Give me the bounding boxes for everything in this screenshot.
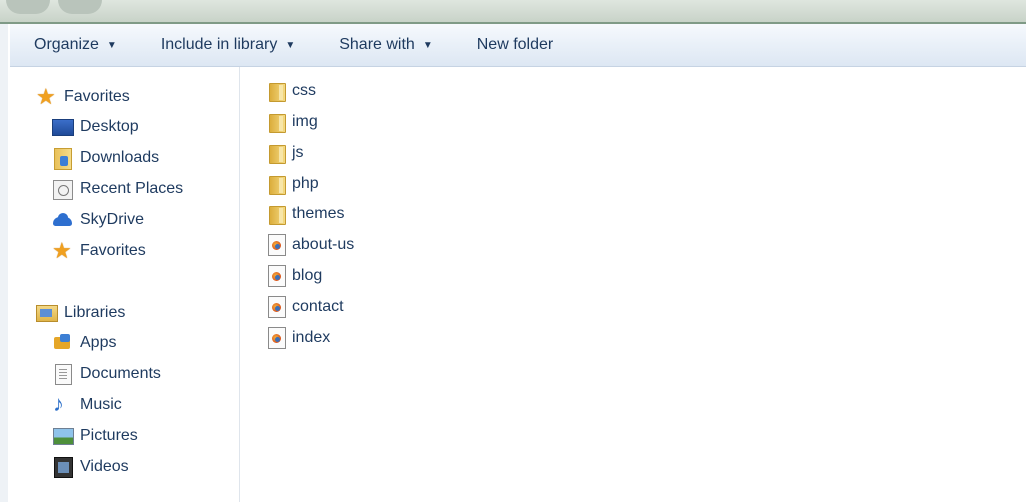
nav-item-pictures[interactable]: Pictures (52, 422, 138, 450)
navigation-pane: Favorites Desktop Downloads Recent Place… (10, 67, 240, 502)
file-item-contact[interactable]: contact (268, 293, 344, 321)
nav-label: Downloads (80, 149, 160, 166)
chevron-down-icon: ▼ (285, 39, 296, 51)
nav-item-favorites[interactable]: Favorites (52, 237, 146, 265)
file-item-themes[interactable]: themes (268, 200, 344, 228)
nav-item-skydrive[interactable]: SkyDrive (52, 206, 144, 234)
nav-label: Pictures (80, 427, 138, 444)
libraries-icon (36, 305, 58, 322)
file-item-blog[interactable]: blog (268, 262, 322, 290)
folder-icon (268, 204, 286, 225)
apps-icon (52, 333, 74, 353)
window-left-edge (0, 24, 8, 502)
window-decoration (58, 0, 102, 14)
nav-label: Apps (80, 334, 117, 351)
html-file-icon (268, 296, 286, 318)
file-name: index (292, 329, 331, 346)
new-folder-button[interactable]: New folder (465, 29, 565, 61)
new-folder-label: New folder (476, 36, 554, 53)
html-file-icon (268, 327, 286, 349)
file-list: css img js php themes about-us blog cont… (240, 67, 1026, 502)
file-name: img (292, 113, 318, 130)
folder-icon (268, 174, 286, 195)
nav-label: Libraries (64, 304, 126, 321)
nav-item-desktop[interactable]: Desktop (52, 113, 139, 141)
folder-icon (268, 143, 286, 164)
star-icon (36, 84, 58, 110)
window-decoration (6, 0, 50, 14)
nav-label: Recent Places (80, 180, 184, 197)
chevron-down-icon: ▼ (422, 39, 433, 51)
file-name: blog (292, 267, 323, 284)
star-icon (52, 238, 74, 264)
skydrive-icon (52, 210, 74, 230)
documents-icon (55, 364, 72, 385)
file-item-index[interactable]: index (268, 324, 330, 352)
window-title-strip (0, 0, 1026, 24)
music-icon (52, 391, 74, 417)
nav-item-apps[interactable]: Apps (52, 329, 116, 357)
file-item-css[interactable]: css (268, 77, 316, 105)
include-in-library-button[interactable]: Include in library ▼ (149, 29, 307, 61)
file-name: contact (292, 298, 344, 315)
folder-icon (268, 112, 286, 133)
html-file-icon (268, 265, 286, 287)
command-bar: Organize ▼ Include in library ▼ Share wi… (10, 24, 1026, 67)
pictures-icon (53, 428, 74, 445)
html-file-icon (268, 234, 286, 256)
nav-label: Desktop (80, 118, 139, 135)
nav-label: Favorites (64, 88, 130, 105)
nav-item-music[interactable]: Music (52, 391, 122, 419)
file-item-about-us[interactable]: about-us (268, 231, 354, 259)
videos-icon (54, 457, 73, 478)
desktop-icon (52, 119, 74, 136)
share-with-label: Share with (339, 36, 415, 53)
nav-label: Music (80, 396, 122, 413)
file-name: css (292, 82, 316, 99)
nav-label: Favorites (80, 242, 146, 259)
file-name: php (292, 175, 319, 192)
nav-libraries-header[interactable]: Libraries (36, 299, 125, 327)
nav-label: Videos (80, 458, 129, 475)
nav-item-downloads[interactable]: Downloads (52, 144, 159, 172)
chevron-down-icon: ▼ (106, 39, 117, 51)
file-name: about-us (292, 236, 355, 253)
file-item-img[interactable]: img (268, 108, 318, 136)
organize-label: Organize (34, 36, 99, 53)
downloads-icon (54, 148, 72, 170)
file-item-js[interactable]: js (268, 139, 304, 167)
include-in-library-label: Include in library (160, 36, 278, 53)
file-name: themes (292, 205, 345, 222)
nav-item-recent-places[interactable]: Recent Places (52, 175, 183, 203)
nav-favorites-header[interactable]: Favorites (36, 83, 130, 111)
folder-icon (268, 81, 286, 102)
nav-label: Documents (80, 365, 161, 382)
nav-item-videos[interactable]: Videos (52, 453, 129, 481)
file-item-php[interactable]: php (268, 170, 319, 198)
share-with-button[interactable]: Share with ▼ (327, 29, 445, 61)
file-name: js (292, 144, 304, 161)
nav-item-documents[interactable]: Documents (52, 360, 161, 388)
nav-label: SkyDrive (80, 211, 145, 228)
organize-button[interactable]: Organize ▼ (22, 29, 129, 61)
recent-places-icon (53, 180, 73, 200)
